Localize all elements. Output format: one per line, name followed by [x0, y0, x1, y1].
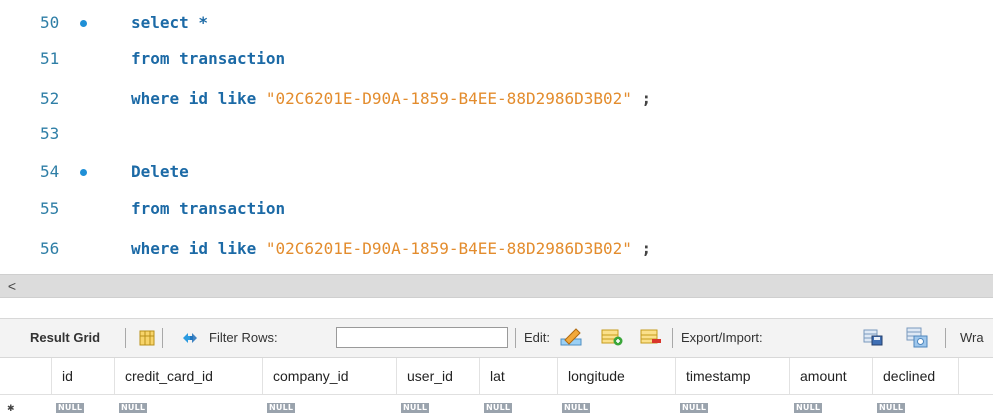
- column-header-amount[interactable]: amount: [790, 358, 873, 394]
- line-number: 52: [40, 89, 60, 108]
- code-token: ;: [631, 239, 652, 258]
- toolbar-divider: [515, 328, 516, 348]
- code-token: "02C6201E-D90A-1859-B4EE-88D2986D3B02": [265, 239, 632, 258]
- code-text[interactable]: select *: [131, 8, 208, 38]
- code-token: from transaction: [131, 49, 286, 68]
- code-token: ;: [631, 89, 652, 108]
- line-number: 51: [40, 49, 60, 68]
- statement-marker-icon: [80, 169, 87, 176]
- grid-cell[interactable]: NULL: [267, 397, 296, 415]
- code-line[interactable]: 56 where id like "02C6201E-D90A-1859-B4EE…: [0, 234, 993, 264]
- edit-label: Edit:: [524, 330, 551, 345]
- line-number: 55: [40, 199, 60, 218]
- delete-row-icon[interactable]: [640, 328, 662, 346]
- horizontal-scrollbar[interactable]: <: [0, 274, 993, 298]
- code-text[interactable]: Delete: [131, 157, 189, 187]
- line-number: 50: [40, 13, 60, 32]
- null-badge: NULL: [119, 403, 148, 413]
- column-header-declined[interactable]: declined: [873, 358, 959, 394]
- code-line[interactable]: 51 from transaction: [0, 44, 993, 74]
- grid-cell[interactable]: NULL: [484, 397, 513, 415]
- null-badge: NULL: [562, 403, 591, 413]
- column-header-credit-card-id[interactable]: credit_card_id: [115, 358, 263, 394]
- code-text[interactable]: from transaction: [131, 194, 285, 224]
- grid-cell[interactable]: NULL: [401, 397, 430, 415]
- import-icon[interactable]: [906, 326, 928, 348]
- null-badge: NULL: [680, 403, 709, 413]
- export-import-label: Export/Import:: [681, 330, 763, 345]
- result-grid[interactable]: id credit_card_id company_id user_id lat long…: [0, 358, 993, 419]
- grid-cell[interactable]: NULL: [562, 397, 591, 415]
- row-header-column: [0, 358, 52, 394]
- code-token: select *: [131, 13, 209, 32]
- scroll-left-arrow-icon[interactable]: <: [4, 275, 20, 297]
- column-header-lat[interactable]: lat: [480, 358, 558, 394]
- column-header-timestamp[interactable]: timestamp: [676, 358, 790, 394]
- edit-cell-icon[interactable]: [560, 327, 582, 347]
- filter-rows-label: Filter Rows:: [209, 330, 278, 345]
- code-line[interactable]: 55 from transaction: [0, 194, 993, 224]
- null-badge: NULL: [56, 403, 85, 413]
- toolbar-divider: [945, 328, 946, 348]
- sql-editor[interactable]: 50 select * 51 from transaction 52 where id l…: [0, 0, 993, 272]
- new-row-marker-icon: ✱: [7, 403, 15, 413]
- grid-empty-row[interactable]: ✱ NULL NULL NULL NULL NULL NULL NULL NULL NULL: [0, 395, 993, 417]
- code-token: where id like: [131, 89, 266, 108]
- null-badge: NULL: [267, 403, 296, 413]
- statement-marker-icon: [80, 20, 87, 27]
- code-text[interactable]: where id like "02C6201E-D90A-1859-B4EE-8…: [131, 234, 651, 264]
- result-grid-tab[interactable]: Result Grid: [30, 319, 100, 357]
- toolbar-divider: [672, 328, 673, 348]
- toolbar-divider: [125, 328, 126, 348]
- null-badge: NULL: [794, 403, 823, 413]
- grid-header-row: id credit_card_id company_id user_id lat long…: [0, 358, 993, 395]
- null-badge: NULL: [401, 403, 430, 413]
- column-header-longitude[interactable]: longitude: [558, 358, 676, 394]
- code-text[interactable]: from transaction: [131, 44, 285, 74]
- column-header-id[interactable]: id: [52, 358, 115, 394]
- grid-cell[interactable]: NULL: [56, 397, 85, 415]
- grid-cell[interactable]: NULL: [794, 397, 823, 415]
- filter-rows-input[interactable]: [336, 327, 508, 348]
- code-text[interactable]: where id like "02C6201E-D90A-1859-B4EE-8…: [131, 84, 651, 114]
- code-line[interactable]: 54 Delete: [0, 157, 993, 187]
- column-header-user-id[interactable]: user_id: [397, 358, 480, 394]
- code-token: "02C6201E-D90A-1859-B4EE-88D2986D3B02": [265, 89, 632, 108]
- export-icon[interactable]: [863, 328, 883, 346]
- code-line[interactable]: 53: [0, 119, 993, 149]
- grid-cell[interactable]: NULL: [680, 397, 709, 415]
- line-number: 53: [40, 124, 60, 143]
- result-toolbar: Result Grid Filter Rows: Edit: Export/Im…: [0, 318, 993, 358]
- column-header-company-id[interactable]: company_id: [263, 358, 397, 394]
- line-number: 54: [40, 162, 60, 181]
- null-badge: NULL: [484, 403, 513, 413]
- insert-row-icon[interactable]: [601, 328, 623, 346]
- code-token: from transaction: [131, 199, 286, 218]
- code-token: where id like: [131, 239, 266, 258]
- toolbar-divider: [162, 328, 163, 348]
- code-line[interactable]: 52 where id like "02C6201E-D90A-1859-B4EE…: [0, 84, 993, 114]
- line-number: 56: [40, 239, 60, 258]
- refresh-arrows-icon[interactable]: [180, 330, 200, 346]
- code-line[interactable]: 50 select *: [0, 8, 993, 38]
- code-token: Delete: [131, 162, 189, 181]
- wrap-cell-label[interactable]: Wra: [960, 319, 984, 357]
- grid-cell[interactable]: NULL: [119, 397, 148, 415]
- grid-layout-icon[interactable]: [139, 330, 155, 346]
- null-badge: NULL: [877, 403, 906, 413]
- grid-cell[interactable]: NULL: [877, 397, 906, 415]
